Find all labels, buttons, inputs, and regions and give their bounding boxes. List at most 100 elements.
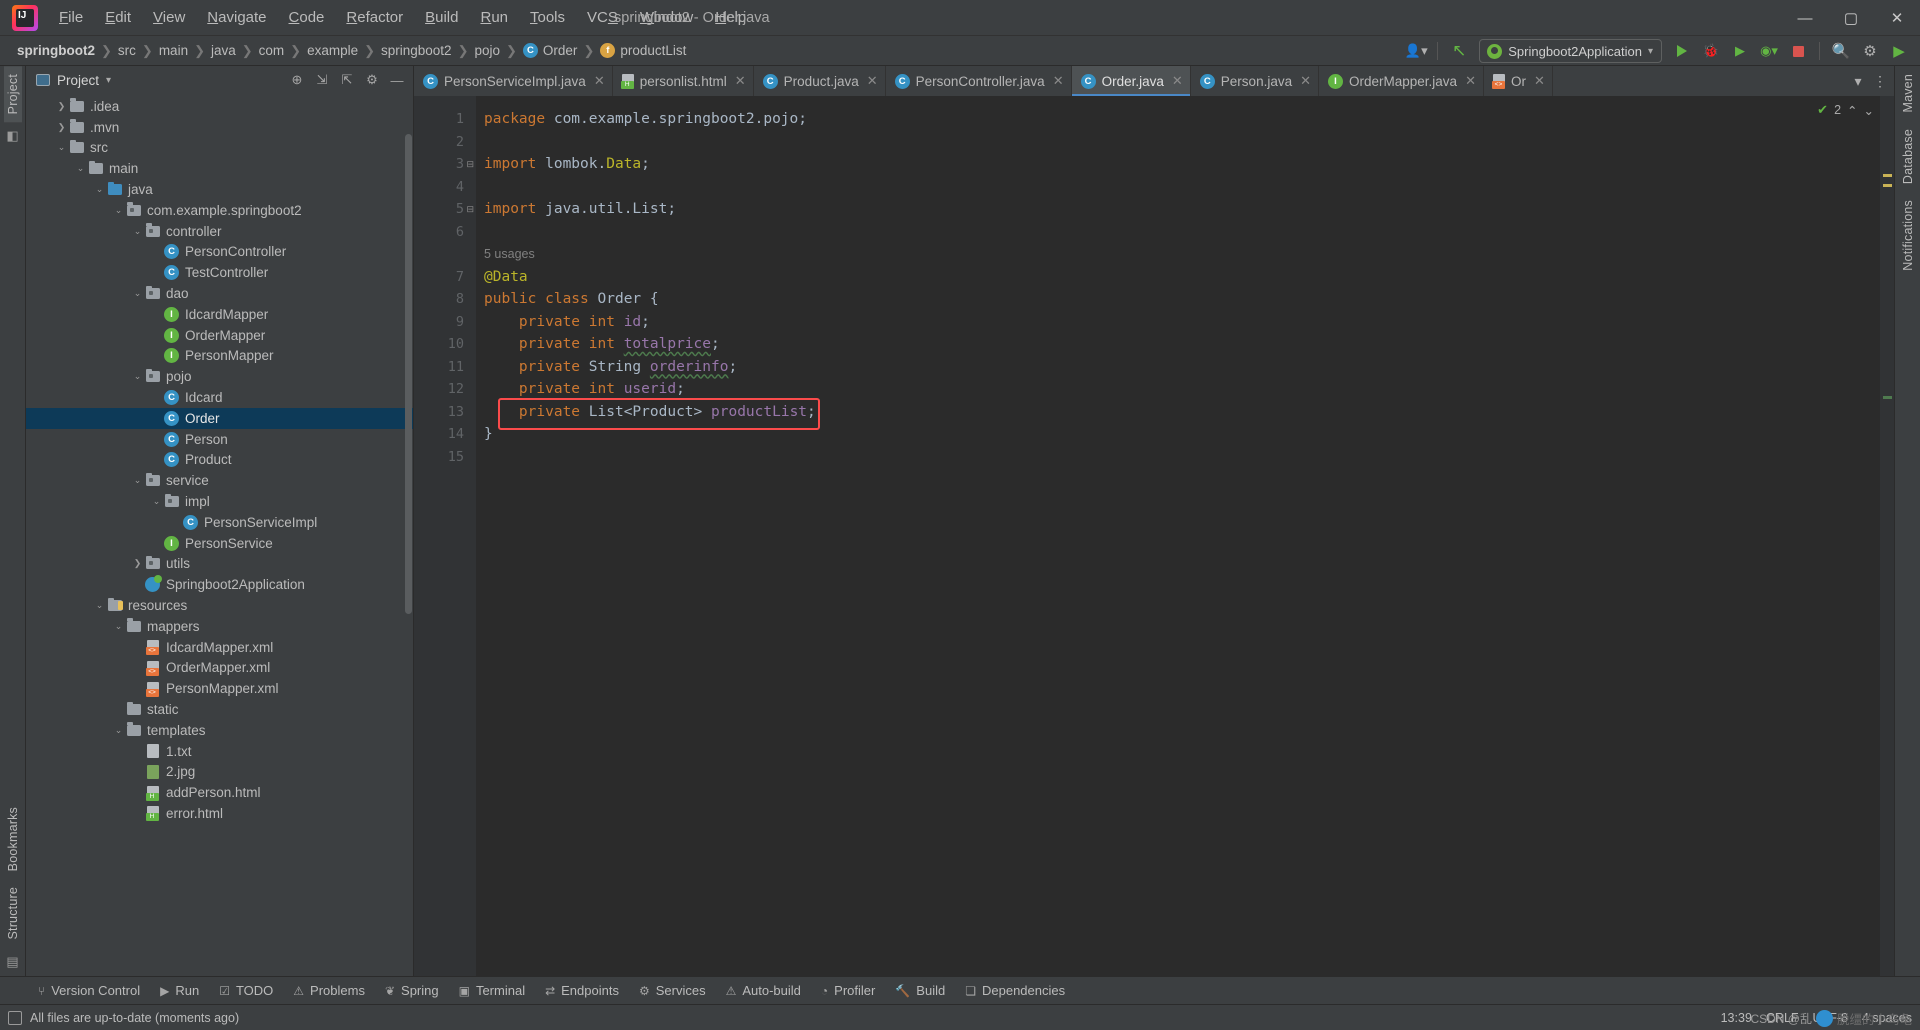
- project-panel-title-row[interactable]: Project ▾: [36, 73, 111, 88]
- gutter-line-number[interactable]: 6: [414, 221, 476, 244]
- warning-marker[interactable]: [1883, 396, 1892, 399]
- gutter-line-number[interactable]: 10: [414, 333, 476, 356]
- tree-node-personmapper[interactable]: I PersonMapper: [26, 346, 413, 367]
- sidebar-tab-maven[interactable]: Maven: [1899, 66, 1917, 121]
- close-icon[interactable]: ✕: [1465, 73, 1476, 89]
- tree-arrow-icon[interactable]: ⌄: [93, 600, 106, 611]
- tree-node-main[interactable]: ⌄ main: [26, 158, 413, 179]
- tree-arrow-icon[interactable]: ❯: [55, 101, 68, 112]
- code-line-1[interactable]: package com.example.springboot2.pojo;: [476, 108, 1880, 131]
- warning-marker[interactable]: [1883, 184, 1892, 187]
- editor-gutter[interactable]: 123456 7 8 9 10 11 12 13 14 15 ⊟ ⊟: [414, 96, 476, 976]
- gutter-line-number[interactable]: 9: [414, 311, 476, 334]
- code-line-7[interactable]: @Data: [476, 266, 1880, 289]
- tab-list-chevron-icon[interactable]: ▾: [1848, 68, 1868, 94]
- code-editor[interactable]: 123456 7 8 9 10 11 12 13 14 15 ⊟ ⊟ package com.exa…: [414, 96, 1894, 976]
- collapse-all-icon[interactable]: ⇱: [337, 70, 357, 90]
- settings-icon[interactable]: ⚙: [362, 70, 382, 90]
- inspection-prev-icon[interactable]: ⌃: [1847, 103, 1857, 118]
- run-configuration-selector[interactable]: Springboot2Application ▾: [1479, 39, 1662, 63]
- menu-edit[interactable]: Edit: [94, 5, 142, 31]
- tree-arrow-icon[interactable]: ⌄: [131, 371, 144, 382]
- run-icon[interactable]: [1669, 39, 1695, 63]
- bottom-tool-todo[interactable]: ☑ TODO: [209, 980, 283, 1001]
- tree-node-2-jpg[interactable]: 2.jpg: [26, 762, 413, 783]
- gutter-line-number[interactable]: 1: [414, 108, 476, 131]
- editor-tab-personcontroller-java[interactable]: C PersonController.java ✕: [886, 66, 1072, 96]
- code-line-14[interactable]: }: [476, 423, 1880, 446]
- tree-node-ordermapper-xml[interactable]: OrderMapper.xml: [26, 658, 413, 679]
- breadcrumb-item-1[interactable]: src: [113, 41, 141, 60]
- editor-tab-personlist-html[interactable]: personlist.html ✕: [613, 66, 754, 96]
- breadcrumb-item-0[interactable]: springboot2: [12, 41, 100, 60]
- stop-icon[interactable]: [1785, 39, 1811, 63]
- close-icon[interactable]: ✕: [594, 73, 605, 89]
- menu-build[interactable]: Build: [414, 5, 469, 31]
- tab-more-icon[interactable]: ⋮: [1870, 68, 1890, 94]
- tree-node-1-txt[interactable]: 1.txt: [26, 741, 413, 762]
- profiler-icon[interactable]: ◉▾: [1756, 39, 1782, 63]
- close-icon[interactable]: ✕: [735, 73, 746, 89]
- tree-arrow-icon[interactable]: ⌄: [131, 288, 144, 299]
- tree-node-com-example-springboot2[interactable]: ⌄ com.example.springboot2: [26, 200, 413, 221]
- editor-tab-order-java[interactable]: C Order.java ✕: [1071, 66, 1191, 96]
- tree-node-personserviceimpl[interactable]: C PersonServiceImpl: [26, 512, 413, 533]
- tree-node-static[interactable]: static: [26, 699, 413, 720]
- tree-node-person[interactable]: C Person: [26, 429, 413, 450]
- tree-node-mappers[interactable]: ⌄ mappers: [26, 616, 413, 637]
- code-line-4[interactable]: [476, 176, 1880, 199]
- minimize-button[interactable]: —: [1782, 0, 1828, 36]
- tree-arrow-icon[interactable]: ❯: [131, 558, 144, 569]
- tree-node-addperson-html[interactable]: addPerson.html: [26, 782, 413, 803]
- menu-code[interactable]: Code: [278, 5, 336, 31]
- close-icon[interactable]: ✕: [1534, 73, 1545, 89]
- gutter-line-number[interactable]: 13: [414, 401, 476, 424]
- chevron-down-icon[interactable]: ▾: [106, 75, 111, 86]
- tree-arrow-icon[interactable]: ❯: [55, 122, 68, 133]
- tree-arrow-icon[interactable]: ⌄: [93, 184, 106, 195]
- bottom-tool-run[interactable]: ▶ Run: [150, 980, 209, 1001]
- tree-node-idcardmapper[interactable]: I IdcardMapper: [26, 304, 413, 325]
- code-line-5[interactable]: import java.util.List;: [476, 198, 1880, 221]
- error-stripe-track[interactable]: [1880, 96, 1894, 976]
- ai-assistant-icon[interactable]: ▶: [1886, 39, 1912, 63]
- sidebar-tab-notifications[interactable]: Notifications: [1899, 192, 1917, 279]
- code-line-8[interactable]: public class Order {: [476, 288, 1880, 311]
- close-icon[interactable]: ✕: [867, 73, 878, 89]
- tree-node-testcontroller[interactable]: C TestController: [26, 262, 413, 283]
- breadcrumb-item-3[interactable]: java: [206, 41, 241, 60]
- hide-icon[interactable]: —: [387, 70, 407, 90]
- bottom-tool-profiler[interactable]: ◔ Profiler: [811, 980, 885, 1001]
- tree-arrow-icon[interactable]: ⌄: [74, 163, 87, 174]
- menu-view[interactable]: View: [142, 5, 196, 31]
- tree-node--idea[interactable]: ❯ .idea: [26, 96, 413, 117]
- commit-icon[interactable]: ◧: [6, 128, 18, 144]
- bottom-tool-dependencies[interactable]: ❏ Dependencies: [955, 980, 1075, 1001]
- tree-node-personservice[interactable]: I PersonService: [26, 533, 413, 554]
- bottom-tool-terminal[interactable]: ▣ Terminal: [449, 980, 535, 1001]
- bottom-tool-spring[interactable]: ❦ Spring: [375, 980, 449, 1001]
- editor-tab-product-java[interactable]: C Product.java ✕: [754, 66, 886, 96]
- menu-navigate[interactable]: Navigate: [196, 5, 277, 31]
- project-tree-scrollbar[interactable]: [405, 134, 412, 614]
- gutter-line-number[interactable]: 15: [414, 446, 476, 469]
- tree-node-resources[interactable]: ⌄ resources: [26, 595, 413, 616]
- menu-file[interactable]: FFileile: [48, 5, 94, 31]
- warning-marker[interactable]: [1883, 174, 1892, 177]
- bottom-tool-problems[interactable]: ⚠ Problems: [283, 980, 375, 1001]
- tree-node-product[interactable]: C Product: [26, 450, 413, 471]
- terminal-strip-icon[interactable]: ▤: [6, 954, 18, 970]
- tree-node-service[interactable]: ⌄ service: [26, 470, 413, 491]
- close-icon[interactable]: ✕: [1172, 73, 1183, 89]
- code-line-9[interactable]: private int id;: [476, 311, 1880, 334]
- run-coverage-icon[interactable]: ▶: [1727, 39, 1753, 63]
- tree-node-idcard[interactable]: C Idcard: [26, 387, 413, 408]
- breadcrumb-item-9[interactable]: f productList: [595, 41, 691, 60]
- breadcrumb-item-6[interactable]: springboot2: [376, 41, 457, 60]
- code-line-12[interactable]: private int userid;: [476, 378, 1880, 401]
- tree-arrow-icon[interactable]: ⌄: [150, 496, 163, 507]
- menu-tools[interactable]: Tools: [519, 5, 576, 31]
- tree-arrow-icon[interactable]: ⌄: [112, 205, 125, 216]
- bottom-tool-endpoints[interactable]: ⇄ Endpoints: [535, 980, 629, 1001]
- code-line-2[interactable]: [476, 131, 1880, 154]
